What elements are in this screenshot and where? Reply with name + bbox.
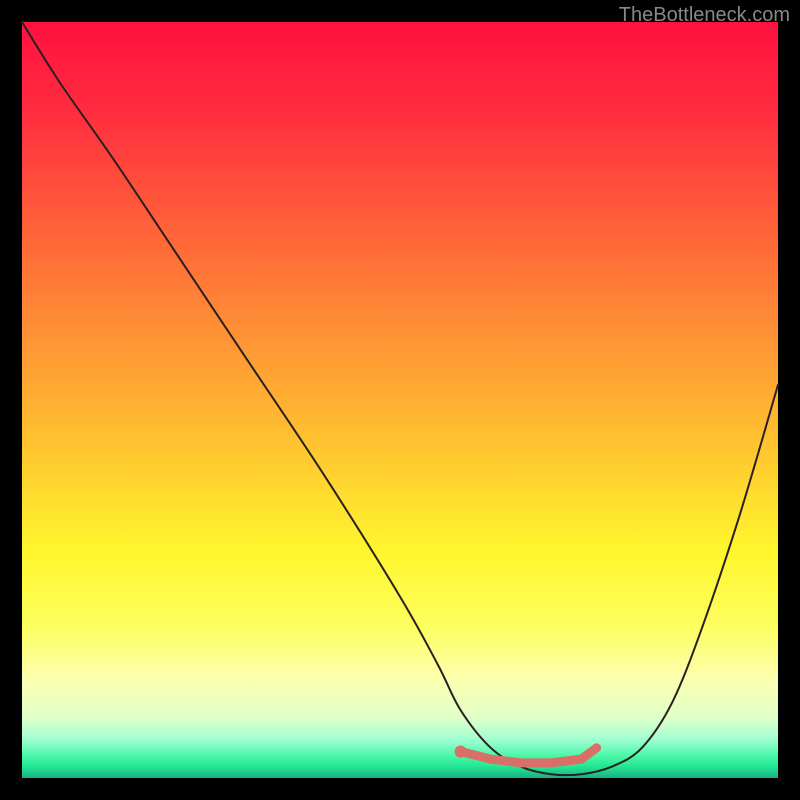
plot-area (22, 22, 778, 778)
chart-svg (22, 22, 778, 778)
watermark-text: TheBottleneck.com (619, 4, 790, 27)
optimal-range-start-dot (455, 746, 467, 758)
bottleneck-curve-line (22, 22, 778, 775)
optimal-range-marker (461, 748, 597, 763)
